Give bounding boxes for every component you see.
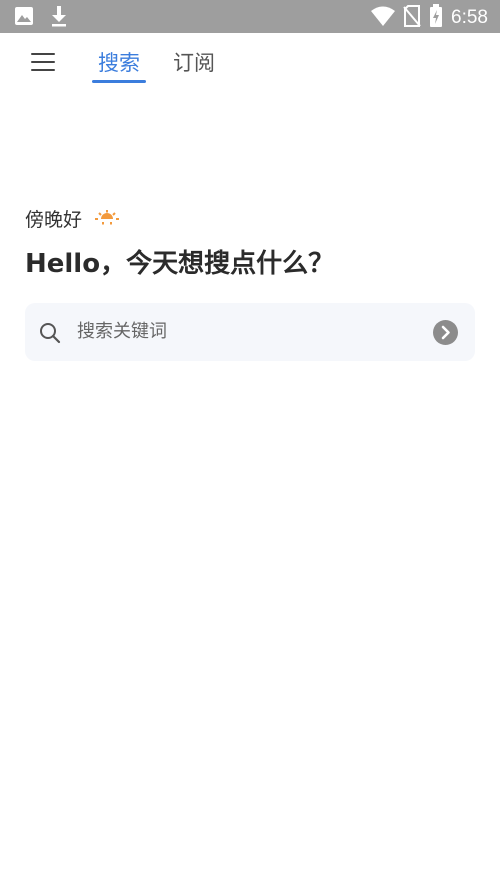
top-nav: 搜索 订阅	[0, 33, 500, 89]
active-tab-indicator	[92, 80, 146, 83]
greeting-text: 傍晚好	[25, 209, 83, 231]
chevron-right-icon	[441, 325, 450, 340]
search-box[interactable]: 搜索关键词	[25, 303, 475, 361]
battery-charging-icon	[429, 4, 443, 32]
image-icon	[14, 6, 34, 30]
hamburger-menu-icon[interactable]	[31, 53, 57, 73]
greeting: 傍晚好	[25, 206, 120, 234]
sunset-icon	[94, 210, 120, 230]
status-right-icons: 6:58	[371, 4, 488, 32]
headline: Hello，今天想搜点什么？	[25, 249, 335, 279]
status-left-icons	[14, 5, 68, 31]
status-bar: 6:58	[0, 0, 500, 33]
no-sim-icon	[403, 5, 421, 31]
search-go-button[interactable]	[433, 320, 458, 345]
search-icon	[39, 322, 61, 344]
search-input[interactable]: 搜索关键词	[77, 319, 167, 345]
status-time: 6:58	[451, 7, 488, 28]
download-icon	[50, 5, 68, 31]
tab-subscribe[interactable]: 订阅	[173, 49, 215, 77]
tab-search[interactable]: 搜索	[98, 49, 140, 77]
wifi-icon	[371, 6, 396, 30]
